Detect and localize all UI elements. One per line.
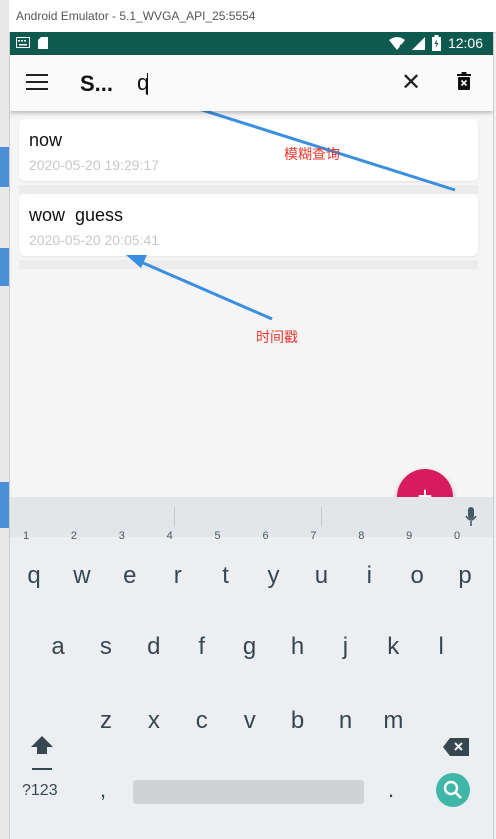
key-hint: 0 bbox=[454, 530, 461, 542]
wifi-icon bbox=[388, 36, 405, 50]
annotation-timestamp: 时间戳 bbox=[256, 329, 298, 345]
key-label: n bbox=[338, 707, 353, 734]
key-f[interactable]: f bbox=[180, 617, 224, 673]
key-label: e bbox=[123, 562, 137, 589]
key-m[interactable]: m bbox=[371, 691, 415, 747]
key-label: t bbox=[222, 562, 229, 589]
keyboard-search-key[interactable] bbox=[436, 773, 470, 807]
sd-card-icon bbox=[38, 37, 48, 49]
key-label: w bbox=[73, 562, 91, 589]
key-label: z bbox=[100, 707, 112, 734]
shift-key[interactable] bbox=[29, 734, 55, 774]
key-d[interactable]: d bbox=[132, 617, 176, 673]
key-hint: 7 bbox=[310, 530, 317, 542]
window-title: Android Emulator - 5.1_WVGA_API_25:5554 bbox=[16, 9, 256, 23]
key-p[interactable]: 0p bbox=[443, 530, 487, 602]
signal-icon bbox=[411, 36, 425, 50]
key-e[interactable]: 3e bbox=[108, 530, 152, 602]
key-s[interactable]: s bbox=[84, 617, 128, 673]
key-i[interactable]: 8i bbox=[347, 530, 391, 602]
key-j[interactable]: j bbox=[323, 617, 367, 673]
key-hint: 3 bbox=[118, 530, 125, 542]
backspace-key[interactable] bbox=[442, 738, 470, 758]
key-label: k bbox=[387, 633, 400, 660]
soft-keyboard: 1q2w3e4r5t6y7u8i9o0pasdfghjklzxcvbnm ?12… bbox=[10, 497, 493, 839]
key-h[interactable]: h bbox=[276, 617, 320, 673]
search-icon bbox=[443, 780, 462, 799]
key-g[interactable]: g bbox=[228, 617, 272, 673]
key-hint: 8 bbox=[358, 530, 365, 542]
key-label: m bbox=[383, 707, 404, 734]
emulator-screen: 12:06 S... ✕ now 2020-05-20 19:29:17 wow… bbox=[9, 32, 494, 839]
key-a[interactable]: a bbox=[36, 617, 80, 673]
app-title: S... bbox=[80, 71, 114, 96]
key-hint: 5 bbox=[214, 530, 221, 542]
emulator-titlebar: Android Emulator - 5.1_WVGA_API_25:5554 bbox=[0, 0, 496, 33]
key-label: i bbox=[366, 562, 372, 589]
key-label: o bbox=[410, 562, 424, 589]
search-input[interactable] bbox=[137, 68, 387, 98]
key-label: f bbox=[198, 633, 206, 660]
key-label: b bbox=[290, 707, 305, 734]
annotation-fuzzy-search: 模糊查询 bbox=[284, 146, 340, 162]
key-label: h bbox=[290, 633, 305, 660]
key-z[interactable]: z bbox=[84, 691, 128, 747]
app-bar: S... ✕ bbox=[10, 55, 493, 111]
key-n[interactable]: n bbox=[324, 691, 368, 747]
key-t[interactable]: 5t bbox=[204, 530, 248, 602]
space-key[interactable] bbox=[133, 780, 364, 804]
key-label: x bbox=[147, 707, 160, 734]
key-hint: 1 bbox=[22, 530, 30, 542]
key-hint: 2 bbox=[70, 530, 77, 542]
menu-icon[interactable] bbox=[26, 74, 48, 92]
status-bar: 12:06 bbox=[10, 32, 493, 55]
key-x[interactable]: x bbox=[132, 691, 176, 747]
key-b[interactable]: b bbox=[276, 691, 320, 747]
key-label: v bbox=[243, 707, 256, 734]
key-label: q bbox=[27, 562, 41, 589]
key-y[interactable]: 6y bbox=[252, 530, 296, 602]
key-label: a bbox=[51, 633, 65, 660]
key-label: g bbox=[242, 633, 257, 660]
key-k[interactable]: k bbox=[371, 617, 415, 673]
key-label: d bbox=[147, 633, 161, 660]
background-window-edge bbox=[0, 0, 9, 839]
delete-icon[interactable] bbox=[457, 72, 471, 90]
key-o[interactable]: 9o bbox=[395, 530, 439, 602]
key-label: c bbox=[195, 707, 208, 734]
key-label: l bbox=[438, 633, 444, 660]
comma-key[interactable]: , bbox=[100, 777, 106, 803]
key-l[interactable]: l bbox=[419, 617, 463, 673]
key-hint: 4 bbox=[166, 530, 173, 542]
key-hint: 6 bbox=[262, 530, 269, 542]
key-u[interactable]: 7u bbox=[299, 530, 343, 602]
key-w[interactable]: 2w bbox=[60, 530, 104, 602]
text-caret bbox=[147, 73, 148, 95]
key-label: y bbox=[267, 562, 280, 589]
key-label: u bbox=[314, 562, 329, 589]
battery-icon bbox=[431, 35, 441, 51]
key-label: j bbox=[342, 633, 349, 660]
annotation-arrows bbox=[126, 111, 456, 321]
symbols-key[interactable]: ?123 bbox=[22, 782, 58, 800]
keyboard-notification-icon bbox=[16, 37, 30, 48]
note-list: now 2020-05-20 19:29:17 wow guess 2020-0… bbox=[10, 111, 493, 525]
key-label: p bbox=[458, 562, 472, 589]
close-icon[interactable]: ✕ bbox=[401, 71, 421, 95]
key-q[interactable]: 1q bbox=[12, 530, 56, 602]
microphone-icon[interactable] bbox=[465, 507, 477, 527]
key-label: s bbox=[99, 633, 112, 660]
key-v[interactable]: v bbox=[228, 691, 272, 747]
period-key[interactable]: . bbox=[388, 777, 394, 803]
key-label: r bbox=[173, 562, 182, 589]
key-hint: 9 bbox=[406, 530, 413, 542]
key-c[interactable]: c bbox=[180, 691, 224, 747]
key-r[interactable]: 4r bbox=[156, 530, 200, 602]
status-time: 12:06 bbox=[447, 35, 483, 51]
